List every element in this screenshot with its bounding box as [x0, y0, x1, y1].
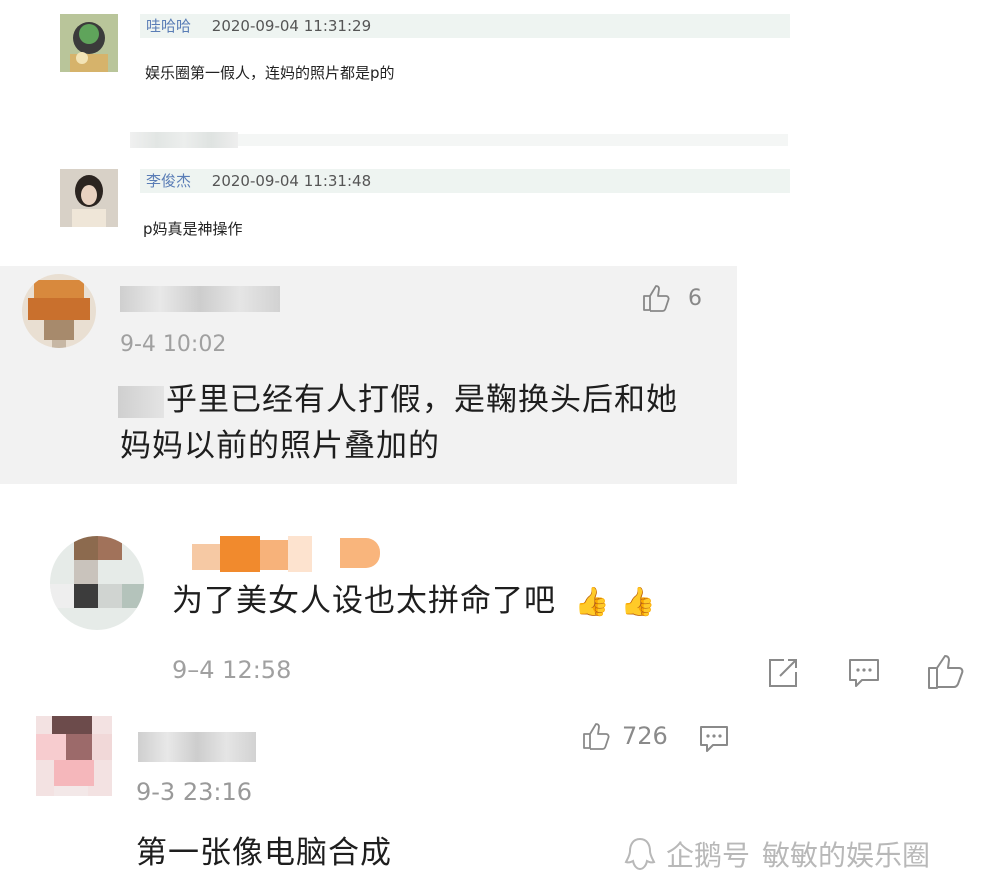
avatar[interactable]: [36, 716, 112, 796]
watermark: 企鹅号 敏敏的娱乐圈: [622, 834, 930, 874]
blurred-text-start: [118, 386, 164, 418]
timestamp: 2020-09-04 11:31:48: [211, 172, 372, 190]
username[interactable]: 哇哈哈: [146, 17, 191, 35]
blurred-username: [138, 732, 256, 762]
avatar[interactable]: [60, 14, 118, 72]
comment-button[interactable]: [698, 724, 730, 754]
comment-text: 为了美女人设也太拼命了吧 👍 👍: [172, 583, 657, 619]
comment-small-1: 哇哈哈 2020-09-04 11:31:29 娱乐圈第一假人，连妈的照片都是p…: [0, 0, 800, 120]
share-icon: [769, 659, 797, 687]
like-button[interactable]: 6: [640, 282, 702, 314]
comment-icon: [700, 726, 728, 752]
like-count: 6: [688, 285, 702, 311]
comment-text-line2: 妈妈以前的照片叠加的: [120, 428, 440, 464]
avatar-image: [36, 716, 112, 796]
watermark-brand: 企鹅号: [666, 839, 751, 872]
comment-text: 第一张像电脑合成: [136, 835, 392, 871]
comment-button[interactable]: [847, 656, 881, 690]
thumbs-up-icon: [583, 723, 610, 750]
avatar[interactable]: [60, 169, 118, 227]
comment-text-line1: 乎里已经有人打假，是鞠换头后和她: [166, 382, 678, 418]
penguin-logo: [624, 837, 656, 871]
comment-header: 李俊杰 2020-09-04 11:31:48: [140, 169, 790, 193]
blurred-username: [120, 286, 280, 312]
username[interactable]: 李俊杰: [146, 172, 191, 190]
comment-icon: [849, 659, 879, 687]
watermark-author: 敏敏的娱乐圈: [762, 839, 931, 872]
like-count: 726: [622, 722, 668, 750]
blurred-username: [192, 536, 388, 572]
avatar-image: [50, 536, 144, 630]
like-button[interactable]: [926, 652, 966, 690]
timestamp: 9-3 23:16: [136, 778, 252, 806]
comment-header: 哇哈哈 2020-09-04 11:31:29: [140, 14, 790, 38]
comment-text: 娱乐圈第一假人，连妈的照片都是p的: [145, 64, 395, 82]
share-button[interactable]: [766, 656, 800, 690]
avatar[interactable]: [22, 274, 96, 348]
like-button[interactable]: 726: [580, 720, 668, 752]
comment-large-2: 为了美女人设也太拼命了吧 👍 👍 9–4 12:58: [0, 520, 1000, 700]
timestamp: 9-4 10:02: [120, 332, 227, 357]
thumbs-up-emoji: 👍 👍: [574, 585, 657, 618]
timestamp: 9–4 12:58: [172, 656, 292, 684]
timestamp: 2020-09-04 11:31:29: [211, 17, 372, 35]
comment-large-3: 726 9-3 23:16 第一张像电脑合成 企鹅号 敏敏的娱乐圈: [0, 706, 1000, 887]
comment-large-1: 6 9-4 10:02 乎里已经有人打假，是鞠换头后和她 妈妈以前的照片叠加的: [0, 266, 737, 484]
blurred-divider: [130, 130, 790, 150]
avatar[interactable]: [50, 536, 144, 630]
avatar-image: [22, 274, 96, 348]
thumbs-up-icon: [928, 655, 964, 689]
comment-text: p妈真是神操作: [143, 220, 243, 238]
avatar-image: [60, 169, 118, 227]
avatar-image: [60, 14, 118, 72]
comment-small-2: 李俊杰 2020-09-04 11:31:48 p妈真是神操作: [0, 160, 800, 250]
thumbs-up-icon: [643, 285, 670, 312]
